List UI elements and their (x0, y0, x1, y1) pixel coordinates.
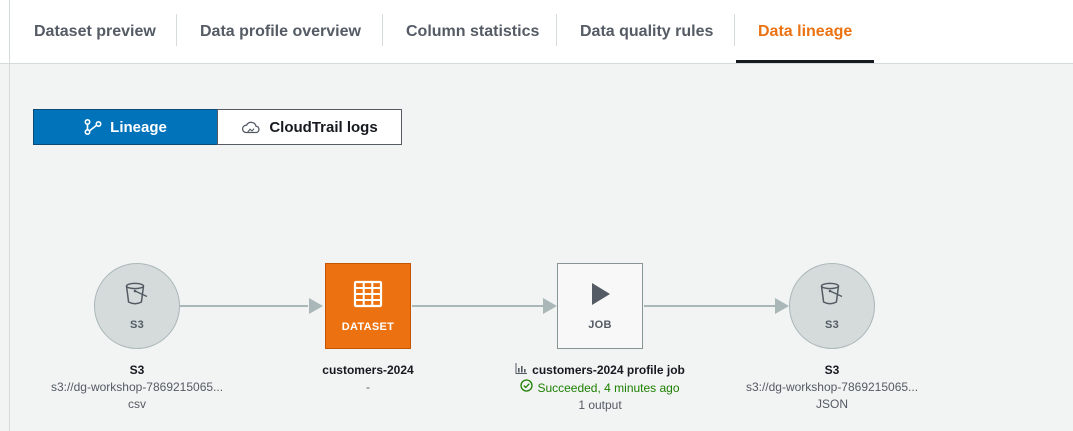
job-caption: customers-2024 profile job Succeeded, 4 … (485, 362, 715, 414)
lineage-edge (412, 305, 543, 307)
arrow-head-icon (543, 298, 557, 314)
job-node[interactable]: JOB (557, 263, 643, 349)
source-caption: S3 s3://dg-workshop-7869215065... csv (22, 362, 252, 413)
profile-job-icon (515, 362, 528, 379)
table-icon (353, 280, 383, 313)
lineage-view-button[interactable]: Lineage (33, 109, 218, 145)
tab-divider (734, 14, 735, 46)
bucket-icon (124, 282, 150, 311)
target-node-label: S3 (824, 318, 840, 331)
source-node-label: S3 (129, 318, 145, 331)
lineage-edge (644, 305, 775, 307)
source-s3-node[interactable]: S3 (94, 263, 180, 349)
left-panel-border (9, 0, 10, 431)
dataset-node-label: DATASET (341, 320, 395, 333)
job-status: Succeeded, 4 minutes ago (485, 379, 715, 397)
tab-column-statistics[interactable]: Column statistics (406, 0, 539, 63)
job-status-text: Succeeded, 4 minutes ago (537, 380, 680, 395)
tab-divider (382, 14, 383, 46)
lineage-graph-icon (84, 119, 102, 135)
job-outputs: 1 output (578, 398, 622, 412)
bucket-icon (819, 282, 845, 311)
active-tab-indicator (736, 60, 874, 63)
tab-data-quality-rules[interactable]: Data quality rules (580, 0, 713, 63)
source-format: csv (128, 397, 146, 411)
tab-bar: Dataset preview Data profile overview Co… (0, 0, 1073, 64)
target-path: s3://dg-workshop-7869215065... (745, 380, 919, 394)
target-caption: S3 s3://dg-workshop-7869215065... JSON (717, 362, 947, 413)
arrow-head-icon (775, 298, 789, 314)
lineage-edge (180, 305, 308, 307)
tab-dataset-preview[interactable]: Dataset preview (34, 0, 156, 63)
target-format: JSON (815, 397, 848, 411)
source-title: S3 (129, 363, 145, 377)
dataset-detail: - (366, 380, 370, 394)
target-title: S3 (824, 363, 840, 377)
cloudtrail-logs-button[interactable]: CloudTrail logs (217, 109, 402, 145)
cloud-icon (241, 120, 261, 134)
dataset-title: customers-2024 (322, 363, 414, 377)
source-path: s3://dg-workshop-7869215065... (50, 380, 224, 394)
check-circle-icon (520, 379, 534, 397)
cloudtrail-logs-label: CloudTrail logs (269, 118, 378, 136)
tab-divider (556, 14, 557, 46)
dataset-node[interactable]: DATASET (325, 263, 411, 349)
tab-data-profile-overview[interactable]: Data profile overview (200, 0, 361, 63)
play-icon (589, 282, 611, 311)
tab-data-lineage[interactable]: Data lineage (758, 0, 852, 63)
dataset-caption: customers-2024 - (253, 362, 483, 396)
job-title-row[interactable]: customers-2024 profile job (485, 362, 715, 379)
tab-divider (176, 14, 177, 46)
lineage-view-label: Lineage (110, 118, 167, 136)
target-s3-node[interactable]: S3 (789, 263, 875, 349)
job-node-label: JOB (588, 318, 612, 331)
job-title: customers-2024 profile job (532, 363, 685, 377)
arrow-head-icon (309, 298, 323, 314)
